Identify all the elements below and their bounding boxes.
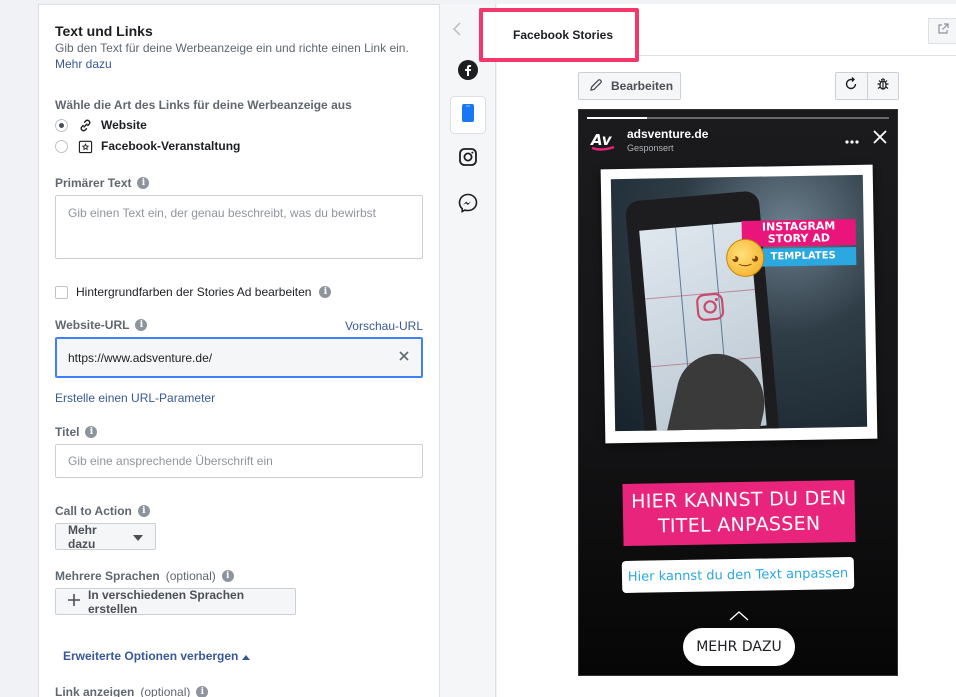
languages-button[interactable]: In verschiedenen Sprachen erstellen (55, 587, 296, 616)
more-options-icon[interactable] (845, 131, 859, 149)
tab-facebook-stories[interactable]: Facebook Stories (479, 8, 639, 62)
bg-colors-checkbox[interactable] (55, 285, 68, 299)
radio-button[interactable] (55, 118, 68, 132)
story-image-frame: INSTAGRAM STORY AD TEMPLATES ◕‿◕ (600, 164, 878, 444)
title-label: Titel i (55, 425, 98, 439)
radio-facebook-event[interactable]: Facebook-Veranstaltung (55, 138, 240, 154)
info-icon[interactable]: i (137, 505, 150, 517)
link-type-label: Wähle die Art des Links für deine Werbea… (55, 98, 352, 112)
pencil-icon (589, 78, 603, 95)
messenger-icon (458, 193, 478, 218)
languages-button-label: In verschiedenen Sprachen erstellen (88, 587, 245, 616)
clear-icon[interactable] (398, 350, 410, 365)
bug-icon (876, 77, 890, 96)
refresh-button[interactable] (836, 73, 867, 99)
tab-facebook-stories-label: Facebook Stories (513, 28, 614, 42)
preview-tools (835, 72, 899, 100)
edit-button[interactable]: Bearbeiten (578, 72, 681, 100)
section-description: Gib den Text für deine Werbeanzeige ein … (55, 41, 409, 55)
primary-text-label: Primärer Text i (55, 176, 150, 190)
sponsored-label: Gesponsert (627, 143, 674, 153)
story-progress-bar (587, 117, 889, 119)
external-link-icon (937, 22, 949, 40)
advanced-options-toggle[interactable]: Erweiterte Optionen verbergen (63, 649, 251, 663)
brand-logo: Av (589, 126, 617, 154)
plus-icon (68, 594, 80, 609)
refresh-icon (844, 76, 858, 96)
debug-button[interactable] (866, 73, 899, 99)
radio-website[interactable]: Website (55, 117, 147, 133)
info-icon[interactable]: i (85, 426, 98, 438)
info-icon[interactable]: i (221, 570, 234, 582)
info-icon[interactable]: i (137, 177, 150, 189)
event-star-icon (77, 138, 93, 154)
ad-preview-panel: Facebook Stories Bearbeiten Av adsventur… (479, 4, 956, 697)
link-icon (77, 117, 93, 133)
title-placeholder: Gib eine ansprechende Überschrift ein (68, 454, 273, 468)
bg-colors-checkbox-row[interactable]: Hintergrundfarben der Stories Ad bearbei… (55, 285, 332, 299)
story-preview: Av adsventure.de Gesponsert INSTAGRAM ST… (578, 109, 898, 676)
edit-button-label: Bearbeiten (611, 79, 674, 93)
radio-button[interactable] (55, 139, 68, 153)
learn-more-link[interactable]: Mehr dazu (55, 57, 112, 71)
story-controls (845, 130, 887, 149)
website-url-input[interactable]: https://www.adsventure.de/ (55, 337, 423, 378)
close-icon[interactable] (873, 130, 887, 149)
placement-instagram[interactable] (452, 143, 484, 175)
facebook-icon (458, 59, 478, 85)
url-parameter-link[interactable]: Erstelle einen URL-Parameter (55, 391, 215, 405)
radio-event-label: Facebook-Veranstaltung (101, 139, 241, 153)
section-title: Text und Links (55, 23, 153, 39)
website-url-value: https://www.adsventure.de/ (68, 350, 213, 365)
chevron-up-icon (729, 608, 749, 626)
account-name: adsventure.de (627, 127, 709, 141)
display-link-label: Link anzeigen (optional) i (55, 685, 209, 697)
info-icon[interactable]: i (319, 286, 332, 298)
placement-messenger[interactable] (452, 189, 484, 221)
cta-dropdown-value: Mehr dazu (68, 522, 97, 551)
bg-colors-label: Hintergrundfarben der Stories Ad bearbei… (76, 285, 312, 299)
badge-instagram-story-ad: INSTAGRAM STORY AD (741, 218, 856, 247)
mobile-phone-icon (462, 103, 474, 127)
title-input[interactable]: Gib eine ansprechende Überschrift ein (55, 444, 423, 478)
svg-text:Av: Av (590, 131, 613, 149)
placement-mobile[interactable] (450, 96, 486, 134)
story-title: HIER KANNST DU DEN TITEL ANPASSEN (622, 479, 856, 547)
primary-text-input[interactable]: Gib einen Text ein, der genau beschreibt… (55, 195, 423, 259)
languages-label: Mehrere Sprachen (optional) i (55, 569, 234, 583)
caret-down-icon (133, 530, 143, 544)
text-and-links-panel: Text und Links Gib den Text für deine We… (38, 4, 440, 697)
caret-up-icon (242, 649, 251, 663)
website-url-label: Website-URL i (55, 318, 148, 332)
chevron-left-icon[interactable] (452, 22, 462, 41)
info-icon[interactable]: i (196, 686, 209, 697)
preview-url-link[interactable]: Vorschau-URL (345, 319, 423, 333)
instagram-icon (459, 147, 477, 171)
story-subtext: Hier kannst du den Text anpassen (621, 556, 855, 594)
info-icon[interactable]: i (135, 319, 148, 331)
radio-website-label: Website (101, 118, 147, 132)
placement-icon-column (440, 4, 496, 697)
story-cta-button[interactable]: MEHR DAZU (683, 628, 795, 666)
story-image: INSTAGRAM STORY AD TEMPLATES ◕‿◕ (610, 174, 868, 432)
primary-text-placeholder: Gib einen Text ein, der genau beschreibt… (68, 206, 376, 220)
instagram-icon (695, 292, 726, 327)
cta-label: Call to Action i (55, 504, 150, 518)
badge-templates: TEMPLATES (750, 246, 857, 267)
cta-dropdown[interactable]: Mehr dazu (55, 522, 156, 551)
story-header: Av adsventure.de Gesponsert (589, 126, 708, 154)
open-external-button[interactable] (928, 18, 956, 44)
